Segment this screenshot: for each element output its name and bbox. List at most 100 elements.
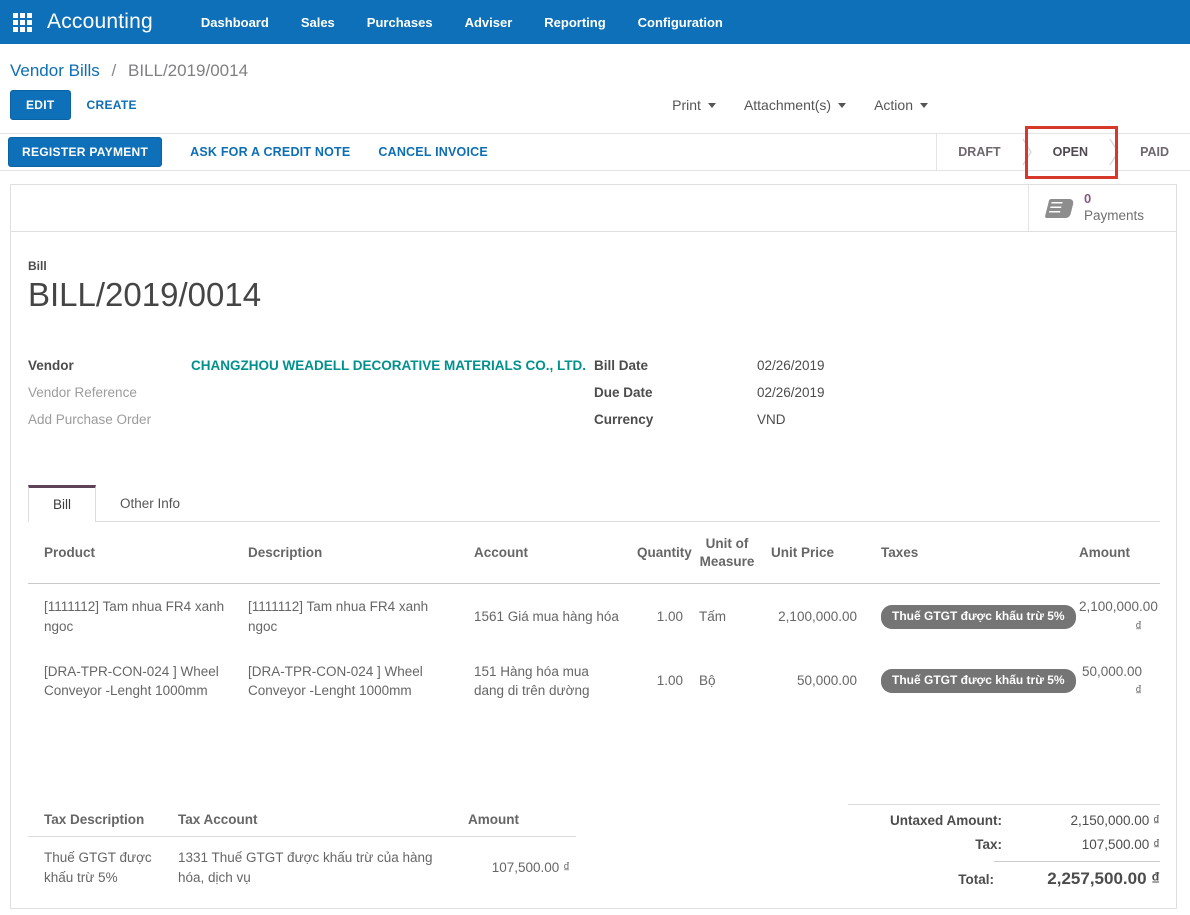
add-purchase-order-label[interactable]: Add Purchase Order [28, 412, 191, 427]
cell-tax-description: Thuế GTGT được khấu trừ 5% [28, 837, 170, 900]
untaxed-amount-value: 2,150,000.00 ₫ [1002, 813, 1160, 828]
nav-item-reporting[interactable]: Reporting [544, 15, 605, 30]
cell-product: [1111112] Tam nhua FR4 xanh ngoc [28, 584, 240, 649]
notebook-tabs: Bill Other Info [28, 485, 1160, 522]
status-pipeline: DRAFT OPEN PAID [936, 133, 1190, 171]
caret-down-icon [838, 103, 846, 108]
vendor-link[interactable]: CHANGZHOU WEADELL DECORATIVE MATERIALS C… [191, 358, 586, 373]
cell-quantity: 1.00 [629, 649, 691, 713]
nav-item-sales[interactable]: Sales [301, 15, 335, 30]
action-dropdown[interactable]: Action [874, 97, 928, 113]
cell-unit-price: 50,000.00 [763, 649, 865, 713]
nav-item-dashboard[interactable]: Dashboard [201, 15, 269, 30]
tax-total-label: Tax: [975, 837, 1002, 852]
total-label: Total: [958, 872, 994, 887]
col-header-unit-price[interactable]: Unit Price [763, 522, 865, 584]
cell-uom: Tấm [691, 584, 763, 649]
bill-date-value: 02/26/2019 [757, 358, 825, 373]
tax-table-header-row: Tax Description Tax Account Amount [28, 804, 576, 837]
total-value: 2,257,500.00 ₫ [994, 861, 1160, 889]
due-date-label: Due Date [594, 385, 757, 400]
chevron-separator-icon [1022, 137, 1032, 167]
breadcrumb-current: BILL/2019/0014 [128, 61, 248, 80]
statusbar-row: REGISTER PAYMENT ASK FOR A CREDIT NOTE C… [0, 133, 1190, 171]
vendor-reference-label: Vendor Reference [28, 385, 191, 400]
cell-uom: Bộ [691, 649, 763, 713]
tax-badge: Thuế GTGT được khấu trừ 5% [881, 605, 1076, 629]
status-draft[interactable]: DRAFT [937, 133, 1021, 171]
breadcrumb: Vendor Bills / BILL/2019/0014 [10, 61, 1190, 81]
cell-tax-account: 1331 Thuế GTGT được khấu trừ của hàng hó… [170, 837, 442, 900]
tax-total-value: 107,500.00 ₫ [1002, 837, 1160, 852]
vendor-label: Vendor [28, 358, 191, 373]
invoice-line-row[interactable]: [1111112] Tam nhua FR4 xanh ngoc [111111… [28, 584, 1160, 649]
bill-fields: Vendor CHANGZHOU WEADELL DECORATIVE MATE… [28, 358, 1160, 439]
cell-taxes: Thuế GTGT được khấu trừ 5% [865, 649, 1071, 713]
chevron-separator-icon [1109, 137, 1119, 167]
cell-amount: 2,100,000.00 ₫ [1071, 584, 1160, 649]
apps-grid-icon[interactable] [13, 13, 32, 32]
invoice-lines-header-row: Product Description Account Quantity Uni… [28, 522, 1160, 584]
nav-menu: Dashboard Sales Purchases Adviser Report… [201, 15, 723, 30]
col-header-tax-account: Tax Account [170, 804, 442, 837]
cell-taxes: Thuế GTGT được khấu trừ 5% [865, 584, 1071, 649]
untaxed-amount-label: Untaxed Amount: [890, 813, 1002, 828]
tab-other-info[interactable]: Other Info [96, 485, 204, 521]
create-button[interactable]: CREATE [87, 98, 137, 112]
bill-type-label: Bill [28, 259, 1160, 273]
bill-date-label: Bill Date [594, 358, 757, 373]
cell-description: [DRA-TPR-CON-024 ] Wheel Conveyor -Lengh… [240, 649, 466, 713]
tax-lines-table: Tax Description Tax Account Amount Thuế … [28, 804, 576, 900]
register-payment-button[interactable]: REGISTER PAYMENT [8, 137, 162, 167]
app-title[interactable]: Accounting [47, 10, 153, 34]
cell-quantity: 1.00 [629, 584, 691, 649]
cell-amount: 50,000.00 ₫ [1071, 649, 1160, 713]
journal-book-icon [1045, 199, 1075, 218]
payments-stat-button[interactable]: 0 Payments [1028, 185, 1176, 231]
cell-tax-amount: 107,500.00 ₫ [442, 837, 576, 900]
col-header-uom[interactable]: Unit of Measure [691, 522, 763, 584]
status-open[interactable]: OPEN [1032, 133, 1109, 171]
edit-button[interactable]: EDIT [10, 90, 71, 120]
ask-credit-note-button[interactable]: ASK FOR A CREDIT NOTE [190, 145, 350, 159]
cell-account: 1561 Giá mua hàng hóa [466, 584, 629, 649]
caret-down-icon [708, 103, 716, 108]
currency-value: VND [757, 412, 786, 427]
col-header-amount[interactable]: Amount [1071, 522, 1160, 584]
nav-item-purchases[interactable]: Purchases [367, 15, 433, 30]
cancel-invoice-button[interactable]: CANCEL INVOICE [378, 145, 488, 159]
bill-number-title: BILL/2019/0014 [28, 276, 1160, 314]
currency-label: Currency [594, 412, 757, 427]
col-header-quantity[interactable]: Quantity [629, 522, 691, 584]
invoice-lines-table: Product Description Account Quantity Uni… [28, 522, 1160, 713]
print-dropdown[interactable]: Print [672, 97, 716, 113]
col-header-product[interactable]: Product [28, 522, 240, 584]
status-paid[interactable]: PAID [1119, 133, 1190, 171]
stat-button-strip: 0 Payments [11, 185, 1176, 232]
payments-count: 0 [1084, 191, 1144, 207]
col-header-tax-amount: Amount [442, 804, 576, 837]
totals-panel: Untaxed Amount: 2,150,000.00 ₫ Tax: 107,… [848, 804, 1160, 898]
col-header-tax-description: Tax Description [28, 804, 170, 837]
tax-badge: Thuế GTGT được khấu trừ 5% [881, 669, 1076, 693]
caret-down-icon [920, 103, 928, 108]
col-header-description[interactable]: Description [240, 522, 466, 584]
breadcrumb-vendor-bills[interactable]: Vendor Bills [10, 61, 100, 80]
nav-item-adviser[interactable]: Adviser [465, 15, 513, 30]
due-date-value: 02/26/2019 [757, 385, 825, 400]
invoice-line-row[interactable]: [DRA-TPR-CON-024 ] Wheel Conveyor -Lengh… [28, 649, 1160, 713]
col-header-account[interactable]: Account [466, 522, 629, 584]
cell-account: 151 Hàng hóa mua dang di trên dường [466, 649, 629, 713]
top-nav-bar: Accounting Dashboard Sales Purchases Adv… [0, 0, 1190, 44]
cell-product: [DRA-TPR-CON-024 ] Wheel Conveyor -Lengh… [28, 649, 240, 713]
breadcrumb-separator: / [112, 61, 117, 80]
control-panel: EDIT CREATE Print Attachment(s) Action [10, 90, 1180, 120]
nav-item-configuration[interactable]: Configuration [638, 15, 723, 30]
cell-unit-price: 2,100,000.00 [763, 584, 865, 649]
col-header-taxes[interactable]: Taxes [865, 522, 1071, 584]
cell-description: [1111112] Tam nhua FR4 xanh ngoc [240, 584, 466, 649]
attachments-dropdown[interactable]: Attachment(s) [744, 97, 846, 113]
form-sheet: 0 Payments Bill BILL/2019/0014 Vendor CH… [10, 184, 1177, 909]
tab-bill[interactable]: Bill [28, 485, 96, 522]
tax-line-row[interactable]: Thuế GTGT được khấu trừ 5% 1331 Thuế GTG… [28, 837, 576, 900]
